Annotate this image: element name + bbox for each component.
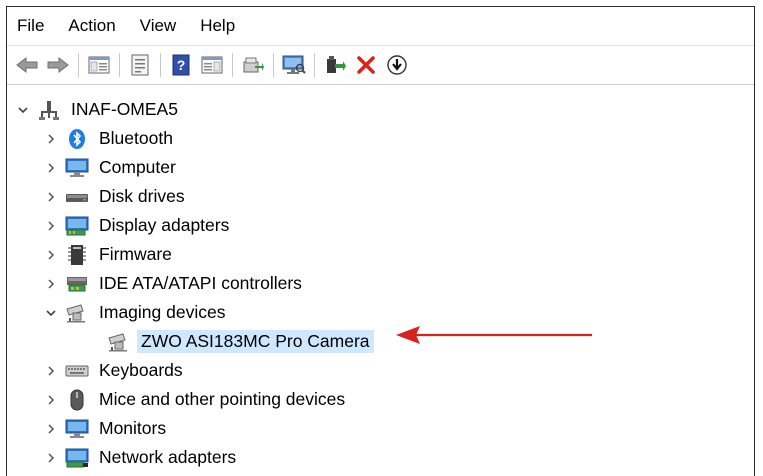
chevron-down-icon[interactable] [43, 305, 59, 321]
chevron-right-icon[interactable] [43, 160, 59, 176]
toolbar-separator [273, 53, 274, 77]
chevron-right-icon[interactable] [43, 421, 59, 437]
download-circle-icon[interactable] [383, 51, 411, 79]
root-label: INAF-OMEA5 [71, 99, 178, 119]
tree-item-label: Bluetooth [99, 128, 173, 148]
tree-item-keyboards[interactable]: Keyboards [7, 356, 754, 385]
properties-icon[interactable] [126, 51, 154, 79]
chevron-right-icon[interactable] [43, 276, 59, 292]
mouse-icon [65, 389, 89, 411]
uninstall-x-icon[interactable] [352, 51, 380, 79]
ide-controller-icon [65, 273, 89, 295]
bluetooth-icon [65, 128, 89, 150]
tree-item-label: IDE ATA/ATAPI controllers [99, 273, 302, 293]
tree-item-mice[interactable]: Mice and other pointing devices [7, 385, 754, 414]
toolbar-separator [160, 53, 161, 77]
tree-item-zwo-camera[interactable]: ZWO ASI183MC Pro Camera [7, 327, 754, 356]
tree-item-ide-controllers[interactable]: IDE ATA/ATAPI controllers [7, 269, 754, 298]
action-pane-icon[interactable] [198, 51, 226, 79]
keyboard-icon [65, 360, 89, 382]
chevron-down-icon[interactable] [15, 102, 31, 118]
tree-item-bluetooth[interactable]: Bluetooth [7, 124, 754, 153]
network-adapter-icon [65, 447, 89, 469]
tree-item-label: Mice and other pointing devices [99, 389, 346, 409]
enable-device-icon[interactable] [321, 51, 349, 79]
menu-help[interactable]: Help [200, 14, 235, 38]
tree-item-label: Imaging devices [99, 302, 226, 322]
toolbar-separator [314, 53, 315, 77]
tree-item-label: Computer [99, 157, 176, 177]
tree-item-label: Display adapters [99, 215, 230, 235]
toolbar-separator [232, 53, 233, 77]
help-icon[interactable]: ? [167, 51, 195, 79]
chevron-right-icon[interactable] [43, 131, 59, 147]
device-tree: INAF-OMEA5 Bluetooth Computer Disk drive… [7, 85, 754, 472]
tree-item-disk-drives[interactable]: Disk drives [7, 182, 754, 211]
menu-view[interactable]: View [140, 14, 177, 38]
tree-item-monitors[interactable]: Monitors [7, 414, 754, 443]
update-driver-icon[interactable] [239, 51, 267, 79]
svg-text:?: ? [177, 57, 186, 73]
tree-item-imaging-devices[interactable]: Imaging devices [7, 298, 754, 327]
tree-item-label: Firmware [99, 244, 172, 264]
tree-item-network-adapters[interactable]: Network adapters [7, 443, 754, 472]
monitor-icon [65, 157, 89, 179]
chevron-right-icon[interactable] [43, 450, 59, 466]
chevron-right-icon[interactable] [43, 218, 59, 234]
chevron-right-icon[interactable] [43, 247, 59, 263]
tree-item-label: Monitors [99, 418, 167, 438]
camera-device-icon [107, 331, 131, 353]
chevron-right-icon[interactable] [43, 189, 59, 205]
tree-item-label: Keyboards [99, 360, 183, 380]
chevron-right-icon[interactable] [43, 392, 59, 408]
computer-tree-icon [37, 99, 61, 121]
display-adapter-icon [65, 215, 89, 237]
tree-root[interactable]: INAF-OMEA5 [7, 95, 754, 124]
show-hide-tree-icon[interactable] [85, 51, 113, 79]
imaging-device-icon [65, 302, 89, 324]
forward-arrow-icon[interactable] [44, 51, 72, 79]
disk-drive-icon [65, 186, 89, 208]
monitor-scan-icon[interactable] [280, 51, 308, 79]
firmware-chip-icon [65, 244, 89, 266]
tree-item-label-selected[interactable]: ZWO ASI183MC Pro Camera [137, 330, 374, 353]
toolbar: ? [7, 45, 754, 85]
chevron-right-icon[interactable] [43, 363, 59, 379]
tree-item-computer[interactable]: Computer [7, 153, 754, 182]
monitor-icon [65, 418, 89, 440]
menu-file[interactable]: File [17, 14, 44, 38]
annotation-arrow-icon [396, 326, 592, 344]
tree-item-label: Network adapters [99, 447, 237, 467]
tree-item-label: Disk drives [99, 186, 185, 206]
tree-item-firmware[interactable]: Firmware [7, 240, 754, 269]
back-arrow-icon[interactable] [13, 51, 41, 79]
tree-item-display-adapters[interactable]: Display adapters [7, 211, 754, 240]
toolbar-separator [119, 53, 120, 77]
toolbar-separator [78, 53, 79, 77]
menu-action[interactable]: Action [68, 14, 115, 38]
device-manager-window: File Action View Help ? INAF-OMEA5 Bluet… [6, 6, 755, 476]
menu-bar: File Action View Help [7, 7, 754, 45]
